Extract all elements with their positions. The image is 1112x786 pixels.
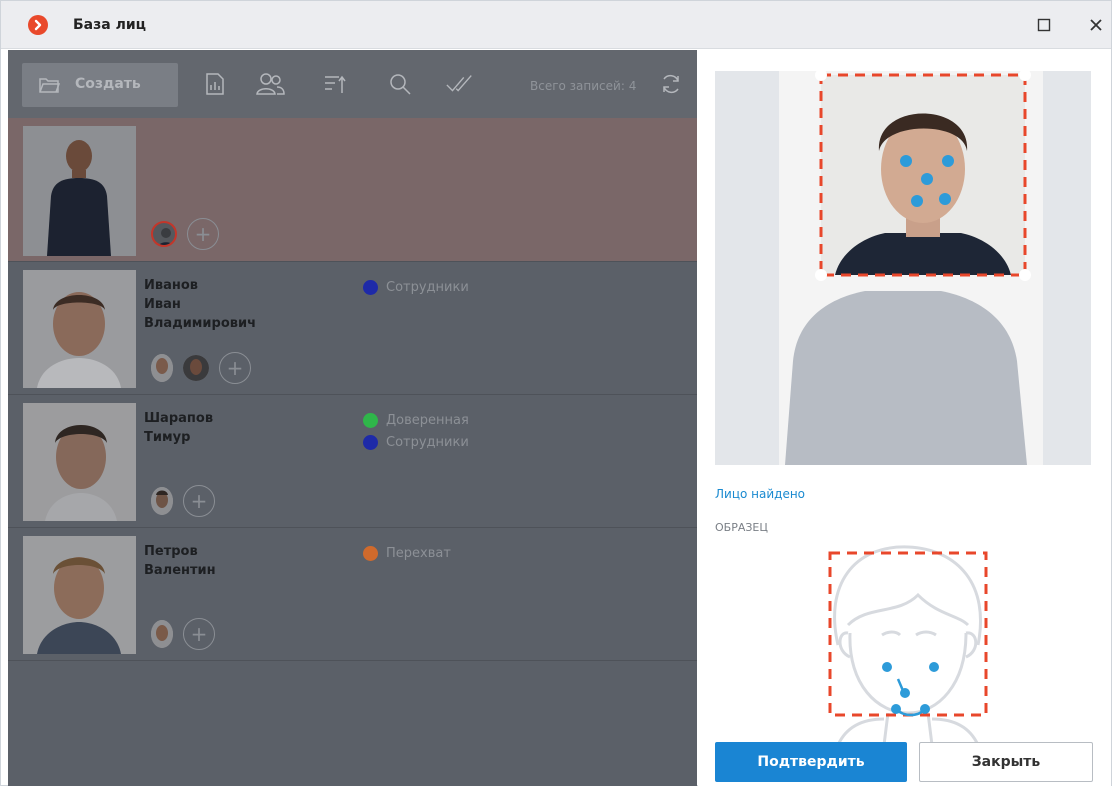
- refresh-icon[interactable]: [656, 69, 686, 99]
- face-thumbnails: +: [151, 352, 251, 384]
- check-all-icon[interactable]: [445, 69, 475, 99]
- face-thumbnails: +: [151, 618, 215, 650]
- add-face-button[interactable]: +: [219, 352, 251, 384]
- face-database-window: База лиц Создать Всего записей: 4 + Иван…: [0, 0, 1112, 786]
- list-item[interactable]: +: [8, 118, 697, 262]
- group-tag: Доверенная: [363, 409, 469, 431]
- add-face-button[interactable]: +: [183, 485, 215, 517]
- sample-face-diagram: [808, 545, 1008, 746]
- last-name: Иванов: [144, 278, 199, 293]
- person-name: Иванов Иван Владимирович: [144, 276, 324, 333]
- last-name: Шарапов: [144, 411, 214, 426]
- sample-label: ОБРАЗЕЦ: [715, 521, 768, 534]
- person-photo: [23, 536, 136, 654]
- face-thumbnail[interactable]: [151, 487, 173, 515]
- group-color-dot: [363, 279, 378, 295]
- maximize-button[interactable]: [1032, 13, 1056, 37]
- list-item[interactable]: Петров Валентин Перехват +: [8, 528, 697, 661]
- sort-icon[interactable]: [320, 69, 350, 99]
- person-name: Шарапов Тимур: [144, 409, 324, 447]
- patronymic: Владимирович: [144, 316, 257, 331]
- group-color-dot: [363, 434, 378, 450]
- window-title: База лиц: [73, 17, 147, 33]
- confirm-button[interactable]: Подтвердить: [715, 742, 907, 782]
- face-thumbnail[interactable]: [151, 221, 177, 247]
- create-label: Создать: [75, 76, 141, 92]
- face-thumbnail[interactable]: [151, 620, 173, 648]
- close-icon: [1090, 19, 1102, 31]
- group-label: Доверенная: [386, 412, 469, 428]
- face-thumbnail[interactable]: [151, 354, 173, 382]
- toolbar: Создать Всего записей: 4: [8, 50, 697, 118]
- group-label: Перехват: [386, 545, 451, 561]
- total-records: Всего записей: 4: [530, 79, 637, 93]
- group-color-dot: [363, 412, 378, 428]
- folder-icon: [39, 78, 60, 93]
- person-groups: Сотрудники: [363, 276, 469, 298]
- group-color-dot: [363, 545, 378, 561]
- report-icon[interactable]: [200, 69, 230, 99]
- list-item[interactable]: Иванов Иван Владимирович Сотрудники +: [8, 262, 697, 395]
- maximize-icon: [1037, 18, 1051, 32]
- create-button[interactable]: Создать: [22, 63, 178, 107]
- last-name: Петров: [144, 544, 198, 559]
- person-photo: [23, 126, 136, 256]
- face-status: Лицо найдено: [715, 487, 806, 501]
- face-thumbnail[interactable]: [183, 355, 209, 381]
- title-bar: База лиц: [1, 1, 1111, 49]
- list-item[interactable]: Шарапов Тимур Доверенная Сотрудники +: [8, 395, 697, 528]
- person-photo: [23, 403, 136, 521]
- add-face-button[interactable]: +: [187, 218, 219, 250]
- person-groups: Перехват: [363, 542, 451, 564]
- detected-face-photo: [715, 71, 1091, 465]
- group-tag: Сотрудники: [363, 276, 469, 298]
- group-tag: Сотрудники: [363, 431, 469, 453]
- close-button[interactable]: Закрыть: [919, 742, 1093, 782]
- person-groups: Доверенная Сотрудники: [363, 409, 469, 453]
- first-name: Валентин: [144, 563, 216, 578]
- add-face-button[interactable]: +: [183, 618, 215, 650]
- group-label: Сотрудники: [386, 279, 469, 295]
- person-photo: [23, 270, 136, 388]
- first-name: Иван: [144, 297, 181, 312]
- search-icon[interactable]: [385, 69, 415, 99]
- group-tag: Перехват: [363, 542, 451, 564]
- first-name: Тимур: [144, 430, 191, 445]
- app-logo-icon: [28, 15, 48, 35]
- face-thumbnails: +: [151, 485, 215, 517]
- person-name: Петров Валентин: [144, 542, 324, 580]
- face-detail-panel: Лицо найдено ОБРАЗЕЦ Подтвердить Закрыть: [698, 50, 1111, 786]
- group-label: Сотрудники: [386, 434, 469, 450]
- records-panel: Создать Всего записей: 4 + Иванов Иван В…: [8, 50, 697, 786]
- persons-icon[interactable]: [256, 69, 286, 99]
- close-window-button[interactable]: [1084, 13, 1108, 37]
- face-thumbnails: +: [151, 218, 219, 250]
